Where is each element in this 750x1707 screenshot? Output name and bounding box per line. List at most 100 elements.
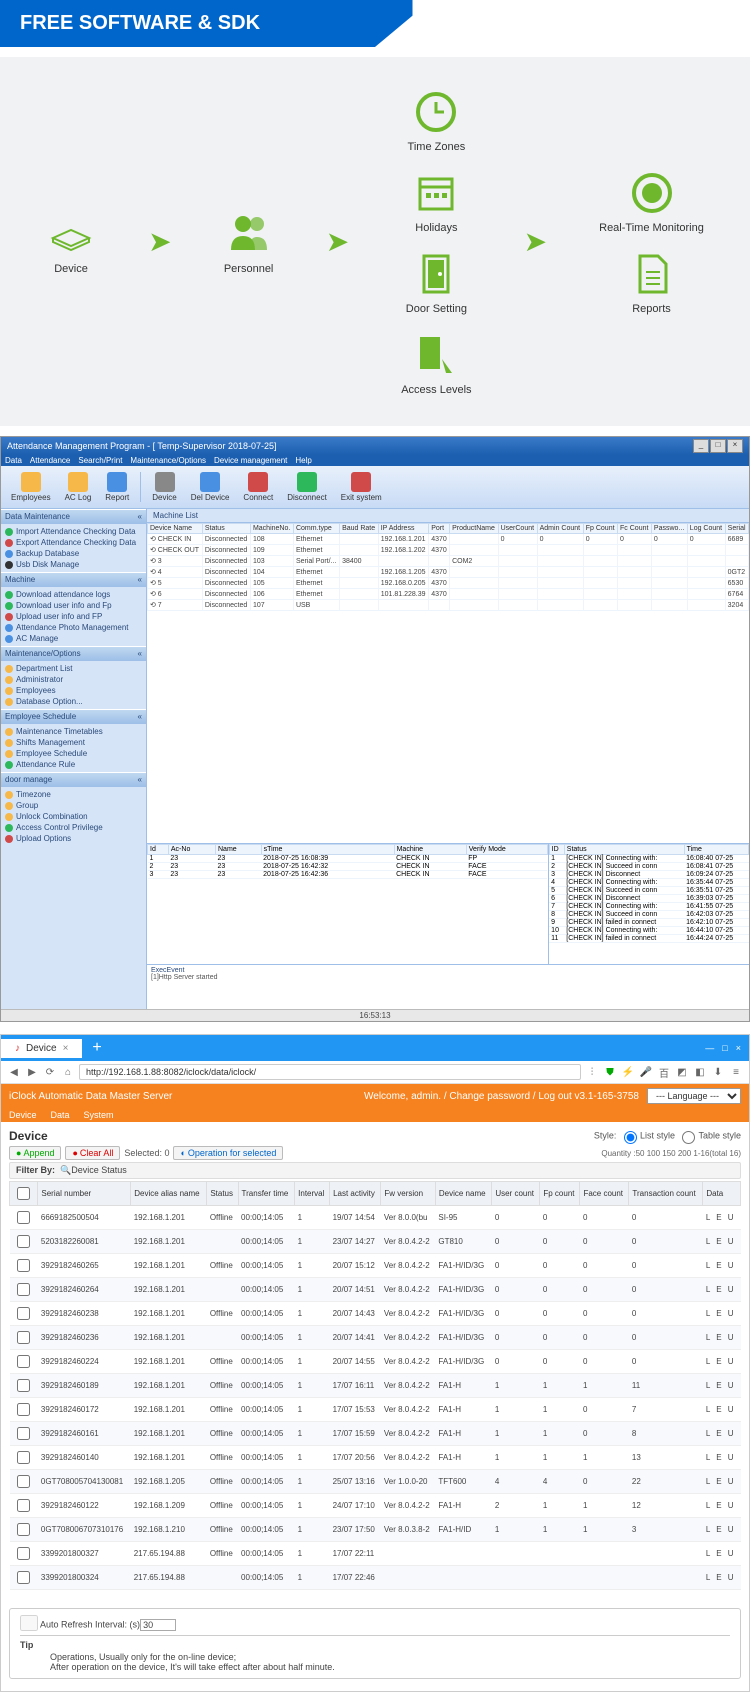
machine-list-grid[interactable]: Device NameStatusMachineNo.Comm.typeBaud…	[147, 523, 749, 843]
operation-button[interactable]: ◐ Operation for selected	[173, 1146, 283, 1160]
back-icon[interactable]: ◀	[7, 1065, 21, 1079]
row-checkbox[interactable]	[17, 1235, 30, 1248]
sidebar-item[interactable]: Administrator	[1, 674, 146, 685]
sidebar-item[interactable]: Shifts Management	[1, 737, 146, 748]
close-button[interactable]: ×	[727, 439, 743, 453]
sidebar-item[interactable]: Unlock Combination	[1, 811, 146, 822]
table-style-radio[interactable]	[682, 1131, 695, 1144]
menu-item[interactable]: Help	[295, 456, 311, 465]
toolbar-device[interactable]: Device	[146, 470, 182, 504]
panel-header[interactable]: Machine«	[1, 572, 146, 587]
browser-tab[interactable]: ♪Device×	[1, 1039, 82, 1058]
list-style-radio[interactable]	[624, 1131, 637, 1144]
sidebar-item[interactable]: Import Attendance Checking Data	[1, 526, 146, 537]
toolbar-del-device[interactable]: Del Device	[185, 470, 236, 504]
maximize-icon[interactable]: □	[722, 1043, 727, 1053]
sidebar-item[interactable]: Upload Options	[1, 833, 146, 844]
sidebar-item[interactable]: Employee Schedule	[1, 748, 146, 759]
row-checkbox[interactable]	[17, 1379, 30, 1392]
panel-header[interactable]: Data Maintenance«	[1, 509, 146, 524]
app-menu: Device Data System	[1, 1108, 749, 1122]
maximize-button[interactable]: □	[710, 439, 726, 453]
menu-item[interactable]: Data	[5, 456, 22, 465]
row-checkbox[interactable]	[17, 1571, 30, 1584]
reload-icon[interactable]: ⟳	[43, 1065, 57, 1079]
close-tab-icon[interactable]: ×	[63, 1043, 69, 1054]
row-checkbox[interactable]	[17, 1283, 30, 1296]
row-checkbox[interactable]	[17, 1355, 30, 1368]
menu-item[interactable]: Search/Print	[78, 456, 122, 465]
row-checkbox[interactable]	[17, 1259, 30, 1272]
sidebar-item[interactable]: Download user info and Fp	[1, 600, 146, 611]
sidebar-item[interactable]: Group	[1, 800, 146, 811]
download-icon[interactable]: ⬇	[711, 1065, 725, 1079]
page-title: Device	[9, 1129, 48, 1143]
new-tab-button[interactable]: +	[82, 1039, 111, 1057]
forward-icon[interactable]: ▶	[25, 1065, 39, 1079]
toolbar-disconnect[interactable]: Disconnect	[281, 470, 333, 504]
row-checkbox[interactable]	[17, 1307, 30, 1320]
toolbar-ac-log[interactable]: AC Log	[59, 470, 98, 504]
toolbar-connect[interactable]: Connect	[237, 470, 279, 504]
minimize-icon[interactable]: —	[705, 1043, 714, 1053]
language-select[interactable]: --- Language ---	[647, 1088, 741, 1104]
row-checkbox[interactable]	[17, 1547, 30, 1560]
sidebar-item[interactable]: Employees	[1, 685, 146, 696]
clearall-button[interactable]: ● Clear All	[65, 1146, 120, 1160]
panel-header[interactable]: door manage«	[1, 772, 146, 787]
toolbar-report[interactable]: Report	[99, 470, 135, 504]
menu-item[interactable]: Device management	[214, 456, 287, 465]
url-input[interactable]: http://192.168.1.88:8082/iclock/data/icl…	[79, 1064, 581, 1080]
menu-item[interactable]: Device	[9, 1110, 37, 1120]
menu-item[interactable]: Maintenance/Options	[130, 456, 206, 465]
sidebar-item[interactable]: Maintenance Timetables	[1, 726, 146, 737]
row-checkbox[interactable]	[17, 1451, 30, 1464]
toolbar-employees[interactable]: Employees	[5, 470, 57, 504]
sidebar-item[interactable]: Attendance Photo Management	[1, 622, 146, 633]
sidebar-item[interactable]: Usb Disk Manage	[1, 559, 146, 570]
log-grid[interactable]: IdAc-NoNamesTimeMachineVerify Mode123232…	[147, 844, 549, 964]
options-icon[interactable]: ⫶	[585, 1065, 599, 1079]
ext2-icon[interactable]: ◧	[693, 1065, 707, 1079]
sidebar-item[interactable]: Access Control Privilege	[1, 822, 146, 833]
sidebar-item[interactable]: Download attendance logs	[1, 589, 146, 600]
append-button[interactable]: ● Append	[9, 1146, 61, 1160]
sidebar-item[interactable]: Department List	[1, 663, 146, 674]
shield-icon[interactable]: ⛊	[603, 1065, 617, 1079]
sidebar-item[interactable]: Attendance Rule	[1, 759, 146, 770]
interval-input[interactable]: 30	[140, 1619, 176, 1631]
node-holidays: Holidays	[411, 168, 461, 234]
exec-event-panel: ExecEvent [1]Http Server started	[147, 964, 749, 1009]
menu-item[interactable]: Data	[51, 1110, 70, 1120]
panel-header[interactable]: Maintenance/Options«	[1, 646, 146, 661]
sidebar-item[interactable]: Backup Database	[1, 548, 146, 559]
selected-count: Selected: 0	[124, 1148, 169, 1158]
sidebar-item[interactable]: Export Attendance Checking Data	[1, 537, 146, 548]
minimize-button[interactable]: _	[693, 439, 709, 453]
row-checkbox[interactable]	[17, 1403, 30, 1416]
home-icon[interactable]: ⌂	[61, 1065, 75, 1079]
mic-icon[interactable]: 🎤	[639, 1065, 653, 1079]
row-checkbox[interactable]	[17, 1475, 30, 1488]
row-checkbox[interactable]	[17, 1499, 30, 1512]
row-checkbox[interactable]	[17, 1427, 30, 1440]
menu-icon[interactable]: ≡	[729, 1065, 743, 1079]
sidebar-item[interactable]: Database Option...	[1, 696, 146, 707]
row-checkbox[interactable]	[17, 1523, 30, 1536]
row-checkbox[interactable]	[17, 1211, 30, 1224]
row-checkbox[interactable]	[17, 1331, 30, 1344]
status-grid[interactable]: IDStatusTime1[CHECK IN] Connecting with:…	[549, 844, 749, 964]
panel-header[interactable]: Employee Schedule«	[1, 709, 146, 724]
menu-item[interactable]: Attendance	[30, 456, 70, 465]
sidebar-item[interactable]: Upload user info and FP	[1, 611, 146, 622]
close-icon[interactable]: ×	[736, 1043, 741, 1053]
device-table[interactable]: Serial numberDevice alias nameStatusTran…	[9, 1181, 741, 1590]
bolt-icon[interactable]: ⚡	[621, 1065, 635, 1079]
menu-item[interactable]: System	[84, 1110, 114, 1120]
sidebar-item[interactable]: AC Manage	[1, 633, 146, 644]
sidebar-item[interactable]: Timezone	[1, 789, 146, 800]
toolbar-exit-system[interactable]: Exit system	[335, 470, 388, 504]
filter-device-status[interactable]: Device Status	[71, 1165, 127, 1175]
ext1-icon[interactable]: ◩	[675, 1065, 689, 1079]
share-icon[interactable]: 百	[657, 1065, 671, 1079]
